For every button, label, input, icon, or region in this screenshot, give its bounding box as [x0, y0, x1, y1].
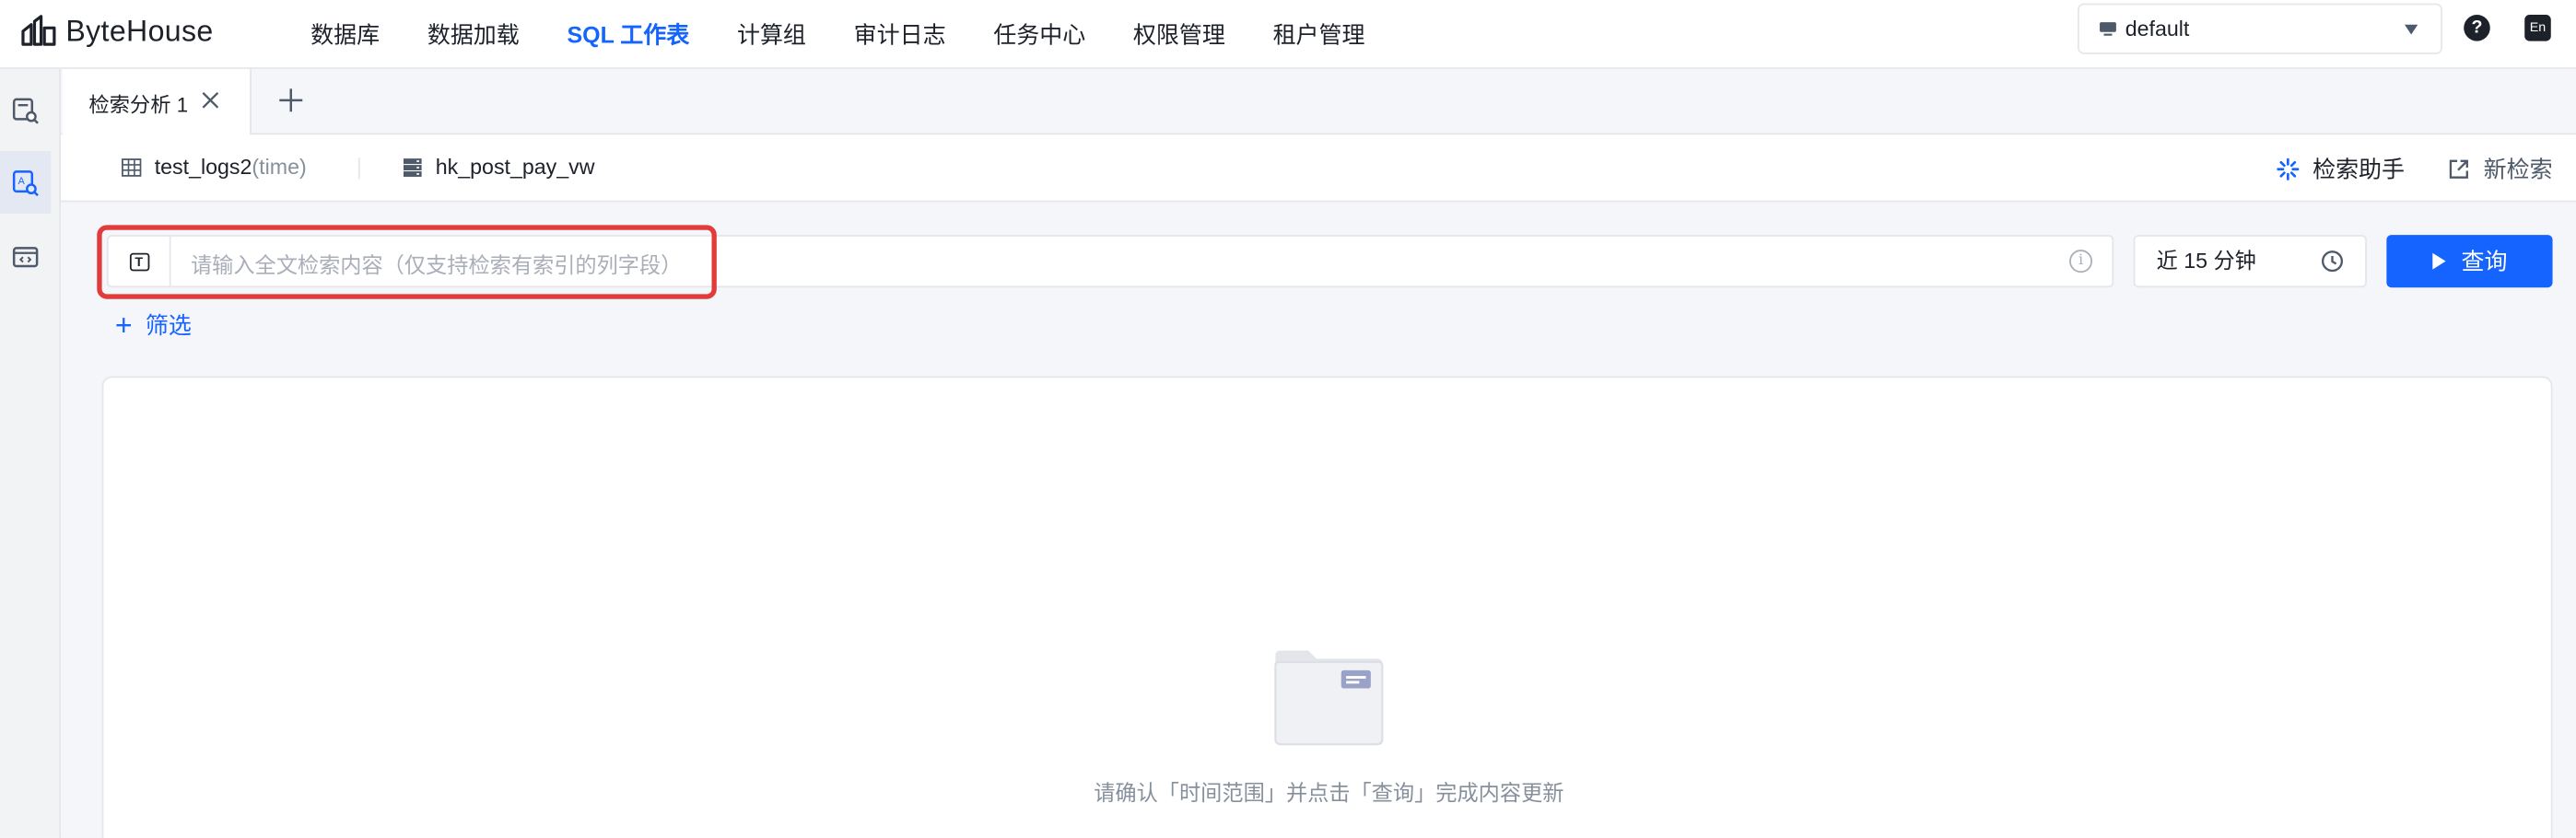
nav-item-tenant[interactable]: 租户管理 [1273, 18, 1365, 52]
search-type-toggle[interactable]: T [109, 236, 171, 286]
source-table-name: test_logs2 [154, 154, 252, 180]
nav-item-permissions[interactable]: 权限管理 [1133, 18, 1225, 52]
text-type-icon: T [129, 251, 149, 271]
database-select[interactable]: default [2077, 3, 2443, 54]
play-icon [2431, 252, 2445, 270]
divider [357, 157, 360, 180]
rail-code-icon[interactable] [0, 225, 51, 287]
table-icon [122, 157, 142, 176]
search-input[interactable]: 请输入全文检索内容（仅支持检索有索引的列字段） [191, 248, 682, 279]
plus-icon: + [114, 308, 133, 343]
database-select-value: default [2125, 16, 2190, 41]
empty-folder-icon [1274, 650, 1384, 746]
nav-item-compute-group[interactable]: 计算组 [737, 18, 806, 52]
help-icon[interactable]: ? [2464, 15, 2490, 41]
source-bar: test_logs2 (time) hk_post_pay_vw 检索助手 新检… [61, 134, 2576, 203]
bytehouse-logo-icon [21, 15, 56, 46]
search-assistant-button[interactable]: 检索助手 [2277, 153, 2405, 186]
source-table[interactable]: test_logs2 (time) [122, 154, 307, 180]
chevron-down-icon [2404, 24, 2418, 35]
nav-item-sql-worksheet[interactable]: SQL 工作表 [567, 18, 689, 52]
left-rail: A [0, 68, 62, 838]
tab-bar: 检索分析 1 [61, 68, 2576, 135]
tab-label: 检索分析 1 [88, 92, 189, 116]
source-view-name: hk_post_pay_vw [435, 154, 595, 180]
rail-query-icon[interactable] [0, 79, 51, 142]
top-bar: ByteHouse 数据库 数据加载 SQL 工作表 计算组 审计日志 任务中心… [0, 0, 2576, 69]
source-view[interactable]: hk_post_pay_vw [403, 154, 595, 180]
source-table-suffix: (time) [252, 154, 307, 180]
code-window-icon [12, 246, 39, 267]
add-tab-icon[interactable] [276, 86, 306, 115]
new-search-label: 新检索 [2483, 156, 2553, 183]
clock-icon [2321, 250, 2344, 273]
result-panel: 请确认「时间范围」并点击「查询」完成内容更新 [101, 376, 2553, 838]
time-range-value: 近 15 分钟 [2156, 248, 2256, 274]
tab-search-analysis-1[interactable]: 检索分析 1 [62, 68, 252, 135]
document-search-icon [12, 97, 39, 123]
new-search-button[interactable]: 新检索 [2447, 153, 2553, 186]
empty-state-message: 请确认「时间范围」并点击「查询」完成内容更新 [1094, 780, 1564, 806]
filter-label: 筛选 [145, 311, 192, 339]
search-assistant-label: 检索助手 [2313, 156, 2405, 183]
time-range-select[interactable]: 近 15 分钟 [2133, 235, 2367, 288]
nav-item-audit-log[interactable]: 审计日志 [854, 18, 946, 52]
external-link-icon [2449, 159, 2468, 179]
database-icon [2100, 22, 2116, 36]
rail-log-search-icon[interactable]: A [0, 151, 52, 214]
server-icon [403, 157, 422, 177]
close-icon[interactable] [201, 90, 220, 110]
nav-item-database[interactable]: 数据库 [310, 18, 380, 52]
add-filter-button[interactable]: + 筛选 [115, 308, 192, 342]
info-icon[interactable]: i [2069, 250, 2093, 274]
log-search-icon: A [12, 169, 39, 196]
nav-item-task-center[interactable]: 任务中心 [993, 18, 1085, 52]
logo[interactable]: ByteHouse [19, 11, 213, 51]
language-switch[interactable]: En [2524, 15, 2551, 41]
query-button-label: 查询 [2461, 248, 2508, 274]
svg-text:A: A [18, 175, 26, 186]
main-nav: 数据库 数据加载 SQL 工作表 计算组 审计日志 任务中心 权限管理 租户管理 [310, 0, 1412, 69]
sparkle-icon [2277, 157, 2300, 180]
query-button[interactable]: 查询 [2386, 235, 2553, 288]
nav-item-data-loading[interactable]: 数据加载 [427, 18, 520, 52]
search-box: T 请输入全文检索内容（仅支持检索有索引的列字段） i [106, 235, 2114, 288]
logo-text: ByteHouse [65, 14, 214, 47]
